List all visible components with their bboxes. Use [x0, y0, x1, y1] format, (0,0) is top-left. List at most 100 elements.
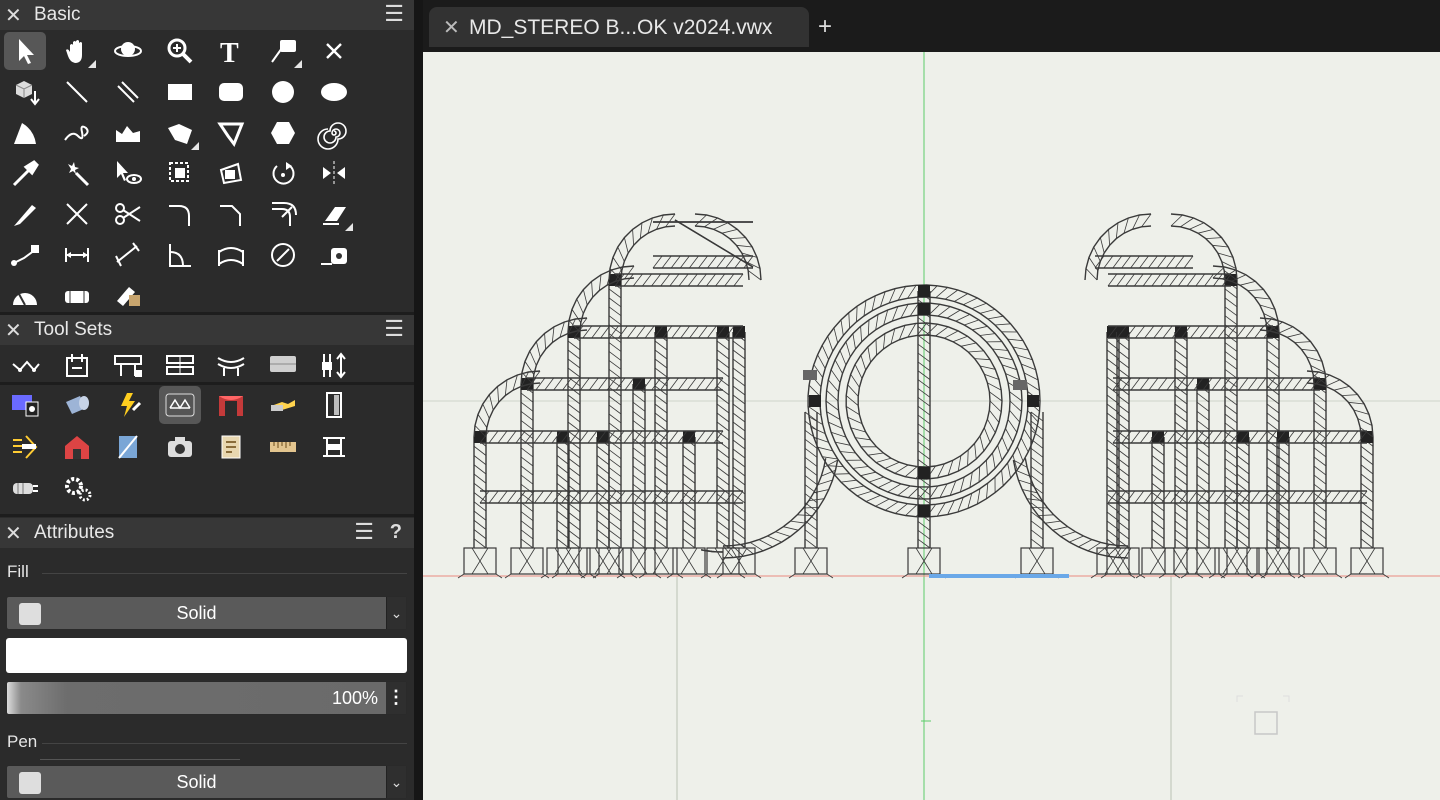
flyover-tool[interactable] — [107, 32, 149, 70]
close-tab-icon[interactable]: ✕ — [443, 15, 460, 40]
radial-dimension-tool[interactable] — [262, 236, 304, 274]
fill-color-field[interactable] — [6, 638, 407, 673]
visibility-tool[interactable] — [107, 154, 149, 192]
circ-icon — [271, 80, 294, 103]
cable-toolset[interactable] — [262, 386, 304, 424]
fillet-tool[interactable] — [159, 195, 201, 233]
close-icon[interactable]: ✕ — [5, 318, 22, 343]
callout-tool[interactable] — [262, 32, 304, 70]
eyedropper-tool[interactable] — [4, 154, 46, 192]
measure-toolset[interactable] — [262, 428, 304, 466]
help-icon[interactable]: ? — [390, 521, 402, 544]
eraser-tool[interactable] — [313, 195, 355, 233]
close-icon[interactable]: ✕ — [5, 521, 22, 546]
dimension-tool[interactable] — [56, 236, 98, 274]
regular-polygon-tool[interactable] — [262, 114, 304, 152]
offset-tool[interactable] — [262, 195, 304, 233]
zoom-tool[interactable] — [159, 32, 201, 70]
ts21-icon — [323, 437, 345, 457]
more-options-icon[interactable]: ⋮ — [386, 682, 406, 714]
pan-tool[interactable] — [56, 32, 98, 70]
settings-toolset[interactable] — [56, 469, 98, 507]
knife-icon — [14, 205, 36, 227]
split-tool[interactable] — [4, 195, 46, 233]
magic-wand-tool[interactable] — [56, 154, 98, 192]
structure-toolset[interactable] — [313, 428, 355, 466]
push-pull-tool[interactable] — [4, 73, 46, 111]
lighting-toolset[interactable] — [56, 386, 98, 424]
palette-menu-icon[interactable]: ☰ — [384, 316, 404, 342]
truss-lacing — [1224, 279, 1238, 549]
building-toolset[interactable] — [56, 428, 98, 466]
wall-tool[interactable] — [56, 277, 98, 315]
oval-tool[interactable] — [313, 73, 355, 111]
protractor-tool[interactable] — [4, 277, 46, 315]
rigging-toolset[interactable] — [56, 346, 98, 384]
hex-icon — [270, 121, 295, 144]
palette-menu-icon[interactable]: ☰ — [354, 519, 374, 545]
angular-dimension-tool[interactable] — [159, 236, 201, 274]
rectangle-tool[interactable] — [159, 73, 201, 111]
ts10-icon — [121, 393, 142, 417]
line-tool[interactable] — [56, 73, 98, 111]
tape-measure-tool[interactable] — [313, 236, 355, 274]
palette-menu-icon[interactable]: ☰ — [384, 1, 404, 27]
door-toolset[interactable] — [313, 386, 355, 424]
fill-opacity-slider[interactable]: 100% ⋮ — [6, 681, 407, 715]
camera-toolset[interactable] — [159, 428, 201, 466]
palette-splitter[interactable] — [414, 0, 423, 800]
polygon-tool[interactable] — [159, 114, 201, 152]
pen-style-dropdown[interactable]: Solid ⌄ — [6, 765, 407, 799]
zoom-icon — [167, 38, 192, 64]
dline-icon — [117, 81, 139, 103]
truss-grid-toolset[interactable] — [159, 346, 201, 384]
attribute-mapping-tool[interactable] — [107, 277, 149, 315]
spiral-tool[interactable] — [313, 114, 355, 152]
truss-corner-block — [918, 285, 930, 297]
beam-toolset[interactable] — [262, 346, 304, 384]
truss-lacing — [694, 214, 762, 281]
pipe-toolset[interactable] — [4, 469, 46, 507]
locus-tool[interactable] — [313, 32, 355, 70]
mirror-tool[interactable] — [313, 154, 355, 192]
transform-tool[interactable] — [210, 154, 252, 192]
rounded-rectangle-tool[interactable] — [210, 73, 252, 111]
arc-length-dimension-tool[interactable] — [210, 236, 252, 274]
rotate-tool[interactable] — [262, 154, 304, 192]
circle-tool[interactable] — [262, 73, 304, 111]
freehand-tool[interactable] — [56, 114, 98, 152]
truss-lacing — [1360, 436, 1374, 549]
chamfer-tool[interactable] — [210, 195, 252, 233]
double-polygon-tool[interactable] — [210, 114, 252, 152]
document-tab[interactable]: ✕ MD_STEREO B...OK v2024.vwx — [429, 7, 809, 47]
wall-icon — [64, 290, 89, 303]
double-line-tool[interactable] — [107, 73, 149, 111]
reshape-tool[interactable] — [159, 154, 201, 192]
constrained-dimension-tool[interactable] — [107, 236, 149, 274]
stage-toolset[interactable] — [210, 386, 252, 424]
arc-tool[interactable] — [4, 114, 46, 152]
trim-tool[interactable] — [56, 195, 98, 233]
polyline-tool[interactable] — [107, 114, 149, 152]
truss-toolset[interactable] — [4, 346, 46, 384]
truss-lacing — [1151, 436, 1165, 549]
fill-style-dropdown[interactable]: Solid ⌄ — [6, 596, 407, 630]
connector-toolset[interactable] — [4, 428, 46, 466]
hoist-toolset[interactable] — [313, 346, 355, 384]
curved-truss-toolset[interactable] — [210, 346, 252, 384]
electrical-toolset[interactable] — [107, 386, 149, 424]
video-toolset[interactable] — [4, 386, 46, 424]
clip-tool[interactable] — [107, 195, 149, 233]
new-tab-button[interactable]: + — [818, 13, 832, 41]
connect-combine-tool[interactable] — [4, 236, 46, 274]
truss-selected-toolset[interactable] — [158, 386, 201, 424]
window-toolset[interactable] — [107, 428, 149, 466]
text-tool[interactable]: T — [210, 32, 252, 70]
ts15-icon — [13, 435, 38, 459]
drawing-canvas[interactable] — [423, 52, 1440, 800]
close-icon[interactable]: ✕ — [5, 3, 22, 28]
selection-tool[interactable] — [4, 32, 46, 70]
truss-structure-toolset[interactable] — [107, 346, 149, 384]
report-toolset[interactable] — [210, 428, 252, 466]
truss-corner-block — [918, 467, 930, 479]
